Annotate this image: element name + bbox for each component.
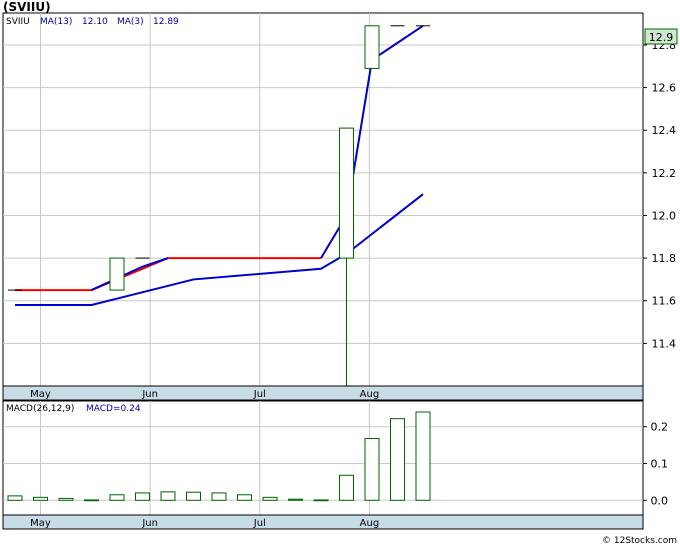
price-y-tick-label: 11.6: [652, 295, 677, 308]
price-y-tick-label: 12.6: [652, 82, 677, 95]
price-y-tick-label: 11.4: [652, 337, 677, 350]
macd-bar: [313, 499, 329, 502]
last-price-tag: 12.9: [644, 28, 678, 45]
legend-ma13-value: 12.10: [82, 17, 108, 27]
price-y-tick-label: 11.8: [652, 252, 677, 265]
macd-legend: MACD(26,12,9) MACD=0.24: [6, 404, 141, 414]
legend-ma3-label: MA(3): [117, 17, 144, 27]
macd-bar: [84, 499, 99, 502]
price-panel: [2, 12, 644, 387]
macd-bar: [109, 494, 125, 501]
macd-y-tick-label: 0.0: [651, 494, 669, 507]
candle-body: [109, 257, 125, 291]
footer-credit: © 12Stocks.com: [602, 536, 677, 546]
macd-bar: [58, 497, 74, 501]
price-x-axis-strip: [2, 385, 644, 401]
price-candle: [364, 25, 380, 69]
last-price-tag-text: 12.9: [649, 31, 674, 44]
macd-y-tick-label: 0.1: [651, 458, 669, 471]
price-y-tick-label: 12.2: [652, 167, 677, 180]
macd-bar: [186, 491, 201, 501]
price-y-tick-label: 12.4: [652, 124, 677, 137]
candle-body: [339, 127, 354, 259]
legend-symbol: SVIIU: [6, 17, 30, 27]
price-x-tick-label: Aug: [360, 389, 380, 400]
macd-bar: [160, 491, 176, 501]
macd-bar: [237, 494, 252, 501]
macd-legend-label: MACD(26,12,9): [6, 404, 74, 414]
macd-x-tick-label: Jun: [141, 518, 158, 529]
macd-x-axis-strip: [2, 514, 644, 530]
stock-chart: (SVIIU) 11.4 11.6 11.8 12.0 12.2 12.4 12.6 12.8…: [0, 0, 680, 546]
price-y-tick-label: 12.0: [652, 209, 677, 222]
price-x-tick-label: Jun: [141, 389, 158, 400]
macd-bar: [390, 418, 405, 501]
price-x-tick-label: May: [30, 389, 51, 400]
macd-bar: [288, 498, 303, 501]
macd-x-tick-label: Aug: [360, 518, 380, 529]
macd-panel: [2, 400, 644, 516]
macd-bar: [262, 496, 278, 501]
legend-ma13-label: MA(13): [40, 17, 72, 27]
macd-bar: [339, 474, 354, 501]
macd-bar: [415, 411, 431, 501]
macd-bar: [33, 496, 48, 501]
macd-x-tick-label: May: [30, 518, 51, 529]
macd-legend-value: MACD=0.24: [86, 404, 141, 414]
macd-bar: [7, 495, 23, 501]
price-candle: [109, 257, 125, 291]
chart-root: (SVIIU) 11.4 11.6 11.8 12.0 12.2 12.4 12.6 12.8…: [0, 0, 680, 546]
macd-bar: [211, 492, 227, 501]
macd-bar: [364, 438, 380, 501]
legend-ma3-value: 12.89: [153, 17, 179, 27]
macd-bar: [135, 492, 150, 501]
chart-title: (SVIIU): [3, 0, 51, 14]
macd-y-tick-label: 0.2: [651, 421, 669, 434]
macd-x-tick-label: Jul: [253, 518, 266, 529]
candle-body: [364, 25, 380, 69]
price-x-tick-label: Jul: [253, 389, 266, 400]
